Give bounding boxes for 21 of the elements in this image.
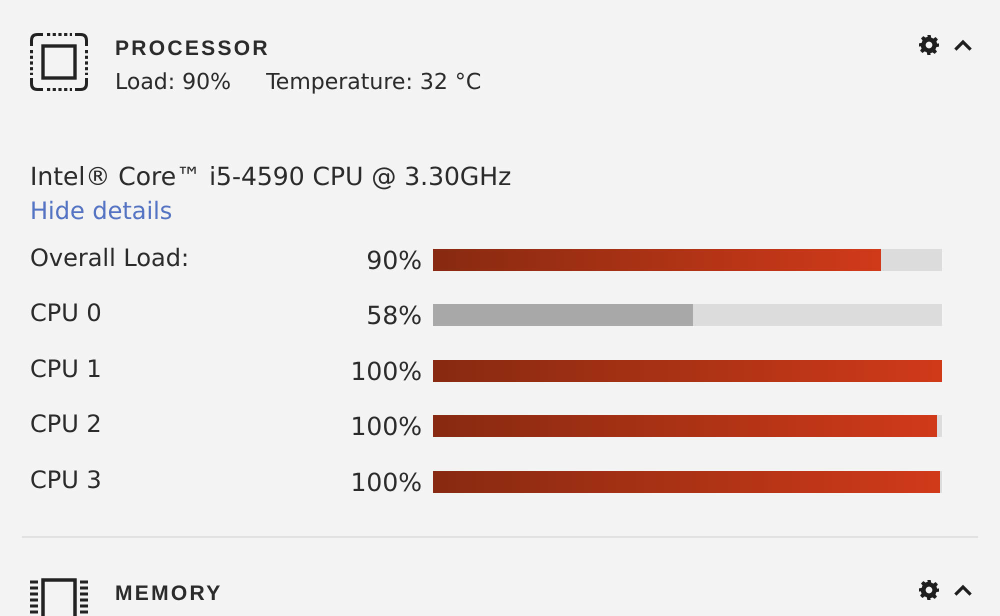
settings-icon[interactable] (919, 580, 939, 600)
meter-label: CPU 2 (30, 409, 102, 440)
meter-label: CPU 3 (30, 464, 102, 495)
meter-percent: 90% (366, 246, 422, 276)
meter-percent: 58% (366, 301, 422, 332)
meter-label: CPU 0 (30, 298, 102, 328)
processor-model-text: Intel® Core™ i5-4590 CPU @ 3.30GHz (30, 161, 512, 193)
chevron-up-icon[interactable] (954, 584, 972, 596)
summary-text: Load: 90% (115, 69, 232, 97)
meter-percent: 100% (350, 412, 422, 442)
section-title: MEMORY (115, 580, 223, 606)
meter-label: Overall Load: (30, 242, 190, 273)
meter-label: CPU 1 (30, 354, 102, 384)
meter-percent: 100% (350, 468, 422, 498)
summary-text: Temperature: 32 °C (266, 69, 482, 97)
processor-chip-icon (30, 33, 88, 91)
hide-details-link[interactable]: Hide details (30, 194, 172, 228)
chevron-up-icon[interactable] (954, 39, 972, 51)
meter-percent: 100% (350, 356, 422, 387)
section-title: PROCESSOR (115, 36, 270, 62)
settings-icon[interactable] (919, 35, 939, 55)
